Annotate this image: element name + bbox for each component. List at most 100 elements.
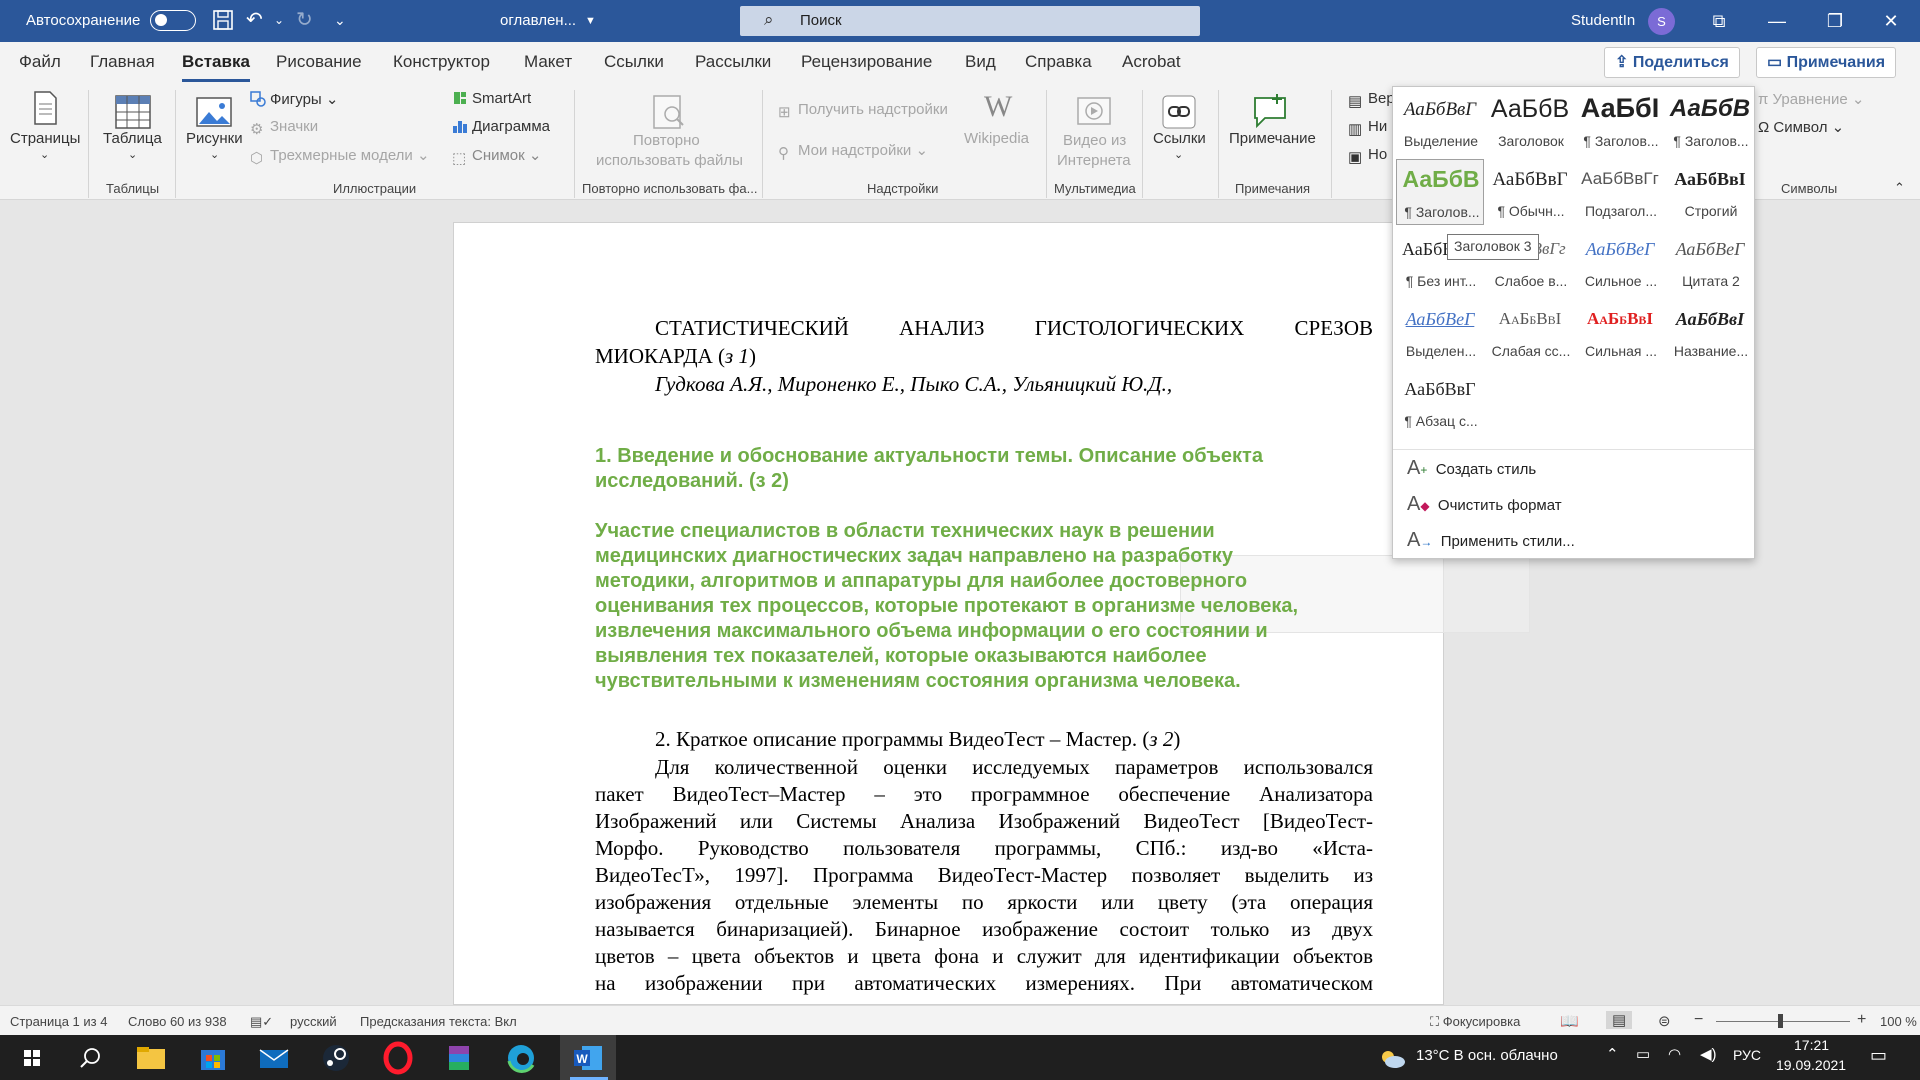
3d-models-button[interactable]: ⬡ Трехмерные модели ⌄ [250,146,430,167]
text-predictions-status[interactable]: Предсказания текста: Вкл [360,1014,517,1029]
online-video-icon[interactable] [1074,92,1114,132]
style-item-intense-reference[interactable]: АаБбВвІ Сильная ... [1576,299,1664,365]
style-item-book-title[interactable]: АаБбВвІ Название... [1666,299,1754,365]
header-button[interactable]: ▤ Вер [1348,90,1395,110]
style-item-list-paragraph[interactable]: АаБбВвГ ¶ Абзац с... [1396,369,1484,435]
windows-start-icon[interactable] [12,1041,52,1075]
search-taskbar-icon[interactable] [70,1041,110,1075]
undo-dropdown-icon[interactable]: ⌄ [274,9,284,31]
tab-review[interactable]: Рецензирование [801,52,932,72]
mail-icon[interactable] [254,1041,294,1075]
style-item-subtle-reference[interactable]: АаБбВвІ Слабая сс... [1486,299,1574,365]
get-addins-button[interactable]: ⊞ Получить надстройки [778,101,948,121]
style-item-emphasis[interactable]: АаБбВвГ Выделение [1396,89,1484,155]
pages-dropdown-icon[interactable]: ⌄ [40,148,49,161]
style-item-heading-3[interactable]: АаБбВ ¶ Заголов... [1396,159,1484,225]
autosave-toggle[interactable] [150,10,196,31]
pictures-icon[interactable] [194,92,234,132]
undo-icon[interactable]: ↶ [246,9,263,31]
redo-icon[interactable]: ↻ [296,9,313,31]
reuse-label-1[interactable]: Повторно [633,132,700,149]
print-layout-icon[interactable]: ▤ [1606,1011,1633,1029]
ribbon-display-icon[interactable]: ⧉ [1690,0,1748,42]
tab-insert[interactable]: Вставка [182,52,250,82]
file-explorer-icon[interactable] [131,1041,171,1075]
zoom-level[interactable]: 100 % [1880,1014,1917,1029]
clear-formatting-item[interactable]: A◆ Очистить формат [1407,493,1562,516]
save-icon[interactable] [212,9,234,36]
table-button[interactable]: Таблица [103,130,162,147]
page-count[interactable]: Страница 1 из 4 [10,1014,107,1029]
show-hidden-icons[interactable]: ⌃ [1606,1045,1619,1063]
style-item-heading-1[interactable]: АаБбI ¶ Заголов... [1576,89,1664,155]
my-addins-button[interactable]: ⚲ Мои надстройки ⌄ [778,141,928,162]
smartart-button[interactable]: SmartArt [452,90,531,107]
web-layout-icon[interactable]: ⊜ [1658,1012,1671,1030]
pages-button[interactable]: Страницы [10,130,80,147]
share-button[interactable]: ⇪ Поделиться [1604,47,1740,78]
style-item-quote-2[interactable]: АаБбВеГ Цитата 2 [1666,229,1754,295]
clock-time[interactable]: 17:21 [1794,1037,1829,1053]
links-icon[interactable] [1159,92,1199,132]
minimize-icon[interactable]: — [1748,0,1806,42]
tab-design[interactable]: Конструктор [393,52,490,72]
keyboard-language[interactable]: РУС [1733,1047,1761,1063]
tab-references[interactable]: Ссылки [604,52,664,72]
table-icon[interactable] [113,92,153,132]
focus-mode-button[interactable]: ⛶ Фокусировка [1430,1014,1520,1030]
pages-icon[interactable] [25,88,65,128]
style-item-intense-quote[interactable]: АаБбВеГ Выделен... [1396,299,1484,365]
reuse-files-icon[interactable] [648,92,688,132]
new-comment-button[interactable]: Примечание [1229,130,1316,147]
tab-view[interactable]: Вид [965,52,996,72]
maximize-icon[interactable]: ❐ [1806,0,1864,42]
equation-button[interactable]: π Уравнение ⌄ [1758,90,1864,108]
wifi-icon[interactable]: ◠ [1668,1045,1681,1063]
weather-icon[interactable] [1372,1041,1412,1075]
tab-home[interactable]: Главная [90,52,155,72]
style-item-strong[interactable]: АаБбВвІ Строгий [1666,159,1754,225]
avatar[interactable]: S [1648,8,1675,35]
new-comment-icon[interactable] [1251,92,1291,132]
volume-icon[interactable]: ◀) [1700,1045,1717,1063]
read-mode-icon[interactable]: 📖 [1560,1012,1579,1030]
document-name[interactable]: оглавлен... [500,12,576,29]
tab-mailings[interactable]: Рассылки [695,52,771,72]
tab-help[interactable]: Справка [1025,52,1092,72]
style-item-intense-emphasis[interactable]: АаБбВеГ Сильное ... [1576,229,1664,295]
collapse-ribbon-icon[interactable]: ⌃ [1894,180,1905,196]
footer-button[interactable]: ▥ Ни [1348,118,1387,138]
tab-file[interactable]: Файл [19,52,61,72]
create-style-item[interactable]: A+ Создать стиль [1407,457,1536,480]
snapshot-button[interactable]: ⬚ Снимок ⌄ [452,146,541,167]
apply-styles-item[interactable]: A→ Применить стили... [1407,529,1575,552]
word-taskbar-icon[interactable]: W [568,1041,608,1075]
zoom-in-icon[interactable]: + [1857,1011,1866,1029]
pictures-dropdown-icon[interactable]: ⌄ [210,148,219,161]
icons-button[interactable]: ⚙ Значки [250,118,318,138]
shapes-button[interactable]: Фигуры ⌄ [250,90,338,108]
zoom-out-icon[interactable]: − [1694,1011,1703,1029]
tab-acrobat[interactable]: Acrobat [1122,52,1181,72]
symbol-button[interactable]: Ω Символ ⌄ [1758,118,1844,136]
table-dropdown-icon[interactable]: ⌄ [128,148,137,161]
battery-icon[interactable]: ▭ [1636,1045,1650,1063]
doc-dropdown-icon[interactable]: ▼ [585,15,596,27]
store-taskbar-icon[interactable] [193,1041,233,1075]
opera-icon[interactable] [378,1041,418,1075]
edge-icon[interactable] [501,1041,541,1075]
style-item-subtitle[interactable]: АаБбВвГг Подзагол... [1576,159,1664,225]
reuse-label-2[interactable]: использовать файлы [596,152,743,169]
winrar-icon[interactable] [439,1041,479,1075]
proofing-icon[interactable]: ▤✓ [250,1014,273,1030]
user-name[interactable]: StudentIn [1571,12,1635,29]
search-box[interactable]: ⌕ Поиск [740,6,1200,36]
links-dropdown-icon[interactable]: ⌄ [1174,148,1183,161]
word-count[interactable]: Слово 60 из 938 [128,1014,227,1029]
video-label-2[interactable]: Интернета [1057,152,1131,169]
steam-icon[interactable] [316,1041,356,1075]
video-label-1[interactable]: Видео из [1063,132,1126,149]
comments-button[interactable]: ▭ Примечания [1756,47,1897,78]
customize-toolbar-icon[interactable]: ⌄ [334,9,346,31]
weather-text[interactable]: 13°C В осн. облачно [1416,1047,1558,1064]
